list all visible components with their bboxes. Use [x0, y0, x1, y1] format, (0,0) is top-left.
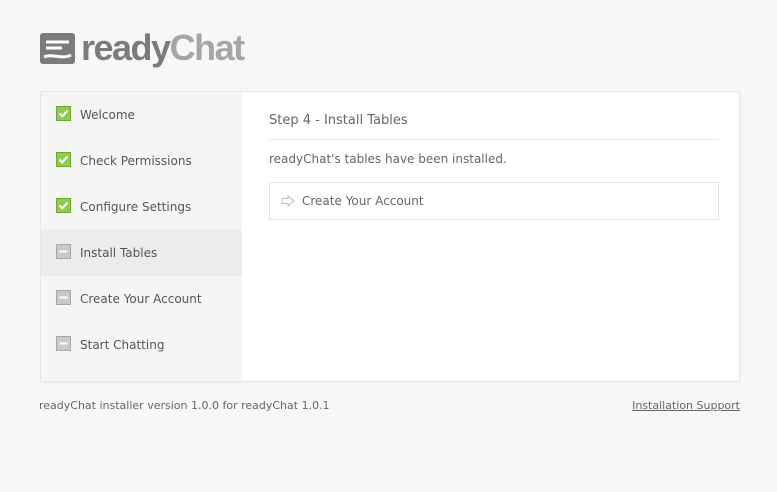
step-check-permissions: Check Permissions	[41, 138, 242, 184]
step-label: Check Permissions	[80, 154, 192, 168]
checked-checkbox-icon	[56, 198, 71, 213]
steps-sidebar: Welcome Check Permissions Configure Sett…	[41, 92, 242, 381]
readychat-logo: readyChat	[40, 27, 246, 68]
pending-checkbox-icon	[56, 336, 71, 351]
logo-text-ready: ready	[81, 27, 171, 68]
main-content: Step 4 - Install Tables readyChat's tabl…	[269, 92, 719, 381]
logo-text-chat: Chat	[169, 27, 246, 68]
logo-wordmark: readyChat	[81, 27, 246, 68]
step-label: Install Tables	[80, 246, 158, 260]
step-install-tables: Install Tables	[41, 230, 242, 276]
step-label: Welcome	[80, 108, 135, 122]
step-configure-settings: Configure Settings	[41, 184, 242, 230]
chat-bubble-logo-icon	[40, 32, 75, 64]
step-create-account: Create Your Account	[41, 276, 242, 322]
checked-checkbox-icon	[56, 152, 71, 167]
step-title: Step 4 - Install Tables	[269, 113, 408, 128]
step-label: Configure Settings	[80, 200, 192, 214]
step-welcome: Welcome	[41, 92, 242, 138]
checked-checkbox-icon	[56, 106, 71, 121]
create-account-button[interactable]: Create Your Account	[269, 182, 719, 220]
step-label: Start Chatting	[80, 338, 165, 352]
pending-checkbox-icon	[56, 290, 71, 305]
installation-support-link[interactable]: Installation Support	[632, 399, 740, 412]
pending-checkbox-icon	[56, 244, 71, 259]
title-divider	[269, 139, 719, 140]
arrow-right-icon	[281, 195, 295, 207]
step-start-chatting: Start Chatting	[41, 322, 242, 368]
step-label: Create Your Account	[80, 292, 202, 306]
create-account-label: Create Your Account	[302, 194, 424, 208]
installer-panel: Welcome Check Permissions Configure Sett…	[40, 91, 740, 382]
installer-version-text: readyChat installer version 1.0.0 for re…	[39, 399, 330, 412]
status-message: readyChat's tables have been installed.	[269, 152, 507, 166]
